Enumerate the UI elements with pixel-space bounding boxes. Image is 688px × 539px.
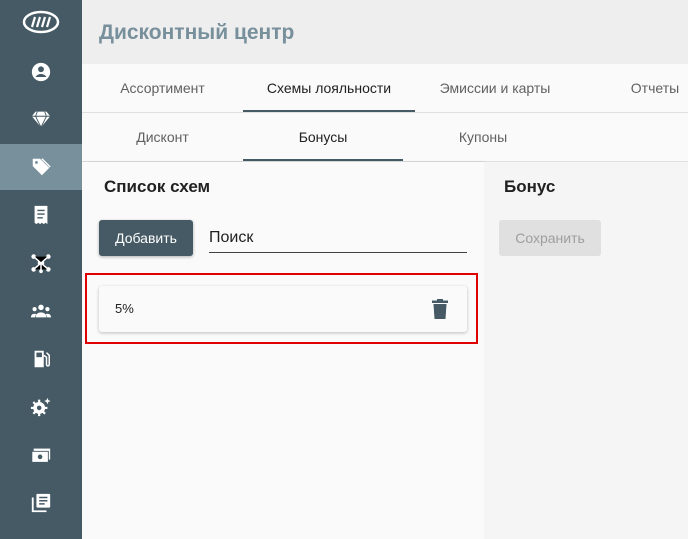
tab-discount[interactable]: Дисконт [82,113,243,161]
nav-settings[interactable] [0,384,82,430]
bonus-panel: Бонус Сохранить [484,162,688,539]
receipt-icon [34,205,48,225]
nav-network[interactable] [0,240,82,286]
network-icon [31,254,51,274]
tags-icon [32,158,51,176]
scheme-list-panel: Список схем Добавить 5% [82,162,484,539]
nav-fuel[interactable] [0,336,82,382]
tab-bonuses[interactable]: Бонусы [243,113,403,161]
bonus-title: Бонус [504,177,556,196]
tab-coupons[interactable]: Купоны [403,113,563,161]
diamond-icon [31,111,51,129]
money-icon [31,448,51,463]
add-button[interactable]: Добавить [99,220,193,256]
logo-icon [22,10,60,34]
settings-icon [30,397,51,417]
save-button: Сохранить [499,220,601,256]
users-icon [30,304,52,318]
nav-users[interactable] [0,288,82,334]
tab-emissions-cards[interactable]: Эмиссии и карты [415,64,575,112]
scheme-list-title: Список схем [104,177,211,196]
tab-assortment[interactable]: Ассортимент [82,64,243,112]
nav-receipt[interactable] [0,192,82,238]
nav-reports[interactable] [0,480,82,526]
fuel-icon [34,350,50,368]
page-title: Дисконтный центр [99,21,295,44]
nav-diamond[interactable] [0,96,82,142]
primary-tabs: Ассортимент Схемы лояльности Эмиссии и к… [82,64,688,113]
nav-account[interactable] [0,49,82,95]
account-icon [31,62,51,82]
secondary-tabs: Дисконт Бонусы Купоны [82,113,688,162]
nav-loyalty[interactable] [0,144,82,190]
tab-loyalty-schemes[interactable]: Схемы лояльности [243,64,415,112]
reports-icon [31,493,51,513]
tab-reports[interactable]: Отчеты [575,64,688,112]
nav-money[interactable] [0,432,82,478]
sidebar [0,0,82,539]
search-input[interactable] [209,224,467,253]
header: Дисконтный центр [82,0,688,64]
selection-highlight [85,273,478,344]
